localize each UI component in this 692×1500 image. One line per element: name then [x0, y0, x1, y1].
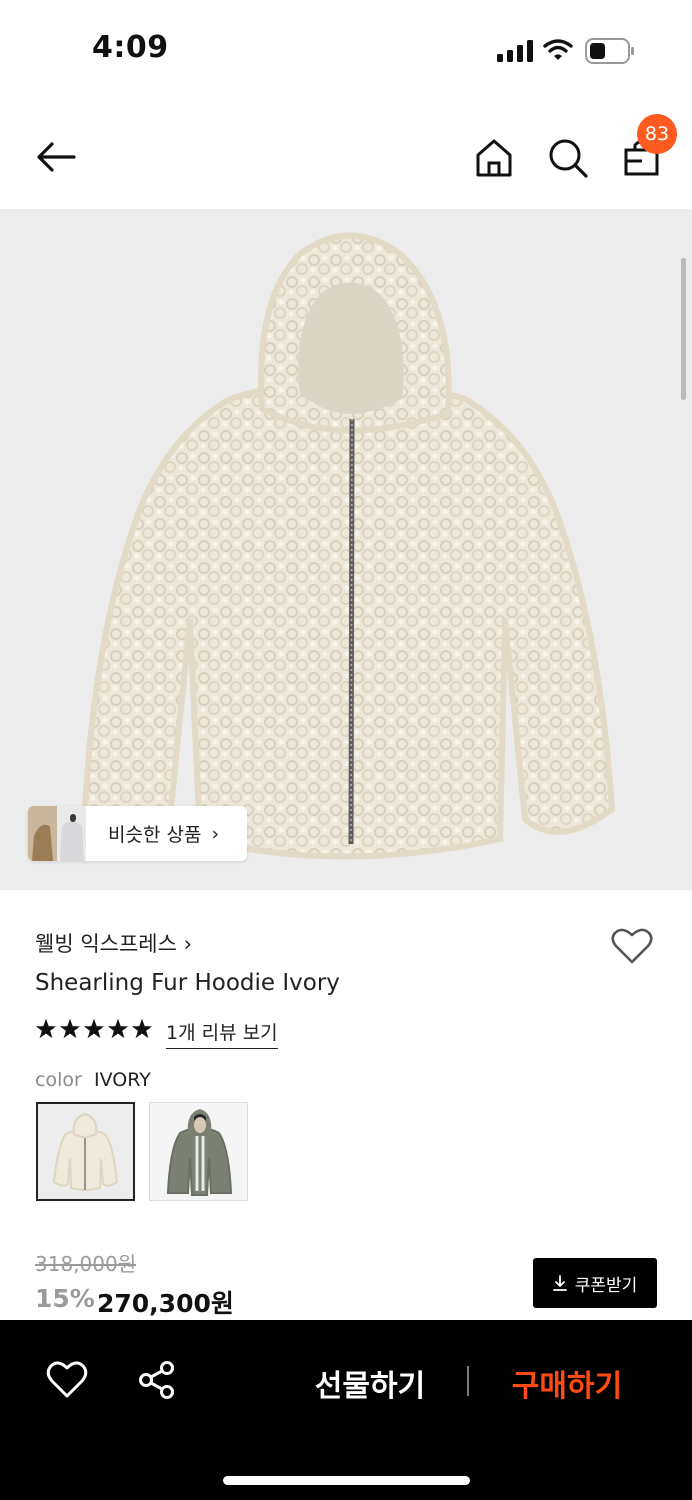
review-link[interactable]: 1개 리뷰 보기: [166, 1018, 278, 1049]
wifi-icon: [543, 39, 573, 60]
divider: [467, 1366, 469, 1396]
cart-count-badge: 83: [637, 114, 677, 154]
status-time: 4:09: [92, 30, 169, 65]
star-icon: [59, 1018, 81, 1039]
similar-items-label: 비슷한 상품: [108, 824, 202, 846]
back-arrow-icon[interactable]: [34, 135, 78, 179]
buy-button[interactable]: 구매하기: [497, 1361, 637, 1405]
similar-items-button[interactable]: 비슷한 상품 ›: [28, 806, 247, 861]
search-icon[interactable]: [546, 136, 590, 180]
gift-button[interactable]: 선물하기: [300, 1361, 440, 1405]
coupon-button[interactable]: 쿠폰받기: [533, 1258, 657, 1308]
chevron-right-icon: ›: [183, 932, 193, 956]
share-icon[interactable]: [136, 1359, 178, 1401]
product-image[interactable]: [0, 209, 692, 890]
brand-name: 웰빙 익스프레스: [35, 932, 177, 956]
signal-icon: [497, 40, 533, 62]
heart-icon[interactable]: [46, 1359, 88, 1401]
sale-price: 270,300원: [97, 1289, 234, 1318]
grey-hoodie-thumbnail: [150, 1103, 247, 1200]
battery-icon: [585, 38, 634, 64]
star-icon: [131, 1018, 153, 1039]
color-value: IVORY: [94, 1069, 151, 1091]
star-icon: [35, 1018, 57, 1039]
discount-rate: 15%: [35, 1284, 95, 1313]
bottom-action-bar: [0, 1320, 692, 1500]
heart-icon[interactable]: [610, 926, 654, 966]
color-label: color: [35, 1069, 82, 1091]
color-swatch-grey[interactable]: [149, 1102, 248, 1201]
product-title: Shearling Fur Hoodie Ivory: [35, 970, 340, 996]
brand-link[interactable]: 웰빙 익스프레스 ›: [35, 928, 192, 958]
chevron-right-icon: ›: [211, 822, 220, 845]
hoodie-illustration: [81, 232, 616, 860]
ivory-hoodie-thumbnail: [38, 1104, 133, 1199]
original-price: 318,000원: [35, 1252, 137, 1276]
home-indicator[interactable]: [223, 1476, 470, 1485]
download-icon: [552, 1275, 567, 1291]
rating-stars: [35, 1018, 153, 1044]
coupon-label: 쿠폰받기: [574, 1275, 638, 1296]
home-icon[interactable]: [472, 136, 516, 180]
similar-item-thumbnail: [28, 806, 86, 861]
color-swatch-ivory[interactable]: [36, 1102, 135, 1201]
image-scrollbar[interactable]: [681, 258, 686, 400]
star-icon: [83, 1018, 105, 1039]
star-icon: [107, 1018, 129, 1039]
